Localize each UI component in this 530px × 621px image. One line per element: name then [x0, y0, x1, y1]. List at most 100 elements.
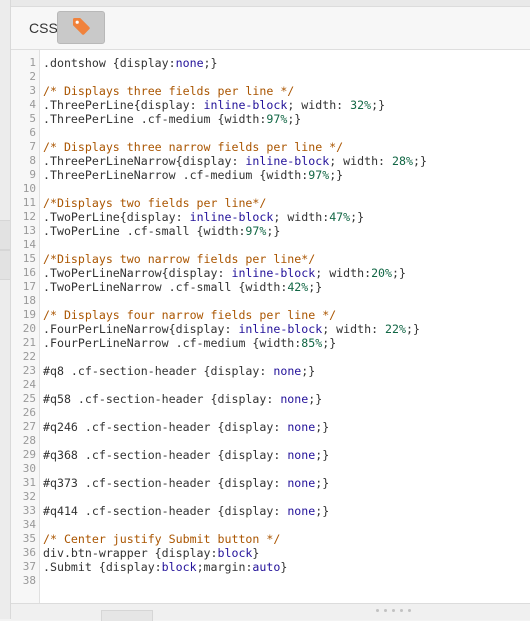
- code-token: 97%: [308, 168, 330, 182]
- code-token: ;}: [315, 504, 330, 518]
- code-line: .FourPerLineNarrow .cf-medium {width:85%…: [43, 336, 336, 350]
- code-token: .ThreePerLine{display:: [43, 98, 204, 112]
- code-token: 42%: [287, 280, 309, 294]
- code-token: .TwoPerLineNarrow{display:: [43, 266, 232, 280]
- code-token: ;}: [203, 56, 218, 70]
- code-token: ;}: [412, 154, 427, 168]
- line-number: 17: [22, 280, 36, 293]
- code-token: .cf-section-header {display:: [63, 364, 274, 378]
- code-token: .FourPerLineNarrow{display:: [43, 322, 239, 336]
- code-line: /* Center justify Submit button */: [43, 532, 280, 546]
- code-token: /* Displays three narrow fields per line…: [43, 140, 344, 154]
- code-token: inline-block: [203, 98, 288, 112]
- code-token: /* Displays four narrow fields per line …: [43, 308, 337, 322]
- code-token: inline-block: [245, 154, 330, 168]
- tag-icon: [70, 15, 92, 41]
- code-token: #q246: [43, 420, 78, 434]
- line-number: 35: [22, 532, 36, 545]
- code-editor[interactable]: 1 2 3 4 5 6 7 8 9 10 11 12 13 14 15 16 17 18 19 20 21 22 23 24 2…: [11, 50, 530, 603]
- line-number: 4: [29, 98, 36, 111]
- code-token: none: [175, 56, 204, 70]
- left-strip-notch: [0, 250, 10, 280]
- code-token: }: [252, 546, 260, 560]
- code-token: ;}: [308, 392, 323, 406]
- code-line: .ThreePerLine{display: inline-block; wid…: [43, 98, 385, 112]
- code-token: none: [280, 392, 309, 406]
- resize-handle[interactable]: [368, 607, 418, 613]
- code-token: .cf-section-header {display:: [77, 420, 288, 434]
- code-token: ; width:: [329, 154, 393, 168]
- code-token: inline-block: [231, 266, 316, 280]
- code-token: .Submit {display:: [43, 560, 162, 574]
- code-token: 28%: [392, 154, 413, 168]
- line-number: 10: [22, 182, 36, 195]
- code-token: auto: [252, 560, 281, 574]
- code-token: none: [287, 448, 316, 462]
- left-panel-strip: [0, 0, 11, 619]
- line-number: 11: [22, 196, 36, 209]
- code-token: ;}: [301, 364, 316, 378]
- line-number: 28: [22, 434, 36, 447]
- code-line: /* Displays three narrow fields per line…: [43, 140, 343, 154]
- code-token: block: [161, 560, 197, 574]
- line-number: 18: [22, 294, 36, 307]
- code-line: /* Displays four narrow fields per line …: [43, 308, 336, 322]
- code-token: ;}: [315, 448, 330, 462]
- line-number: 15: [22, 252, 36, 265]
- code-token: .TwoPerLineNarrow .cf-small {width:: [43, 280, 288, 294]
- code-line: .ThreePerLineNarrow{display: inline-bloc…: [43, 154, 427, 168]
- line-number: 6: [29, 126, 36, 139]
- code-token: ;}: [287, 112, 302, 126]
- code-token: ;}: [308, 280, 323, 294]
- line-number: 33: [22, 504, 36, 517]
- code-line: .TwoPerLine .cf-small {width:97%;}: [43, 224, 280, 238]
- code-token: div.btn-wrapper {display:: [43, 546, 218, 560]
- code-token: ;}: [266, 224, 281, 238]
- code-token: ;}: [371, 98, 386, 112]
- code-token: .ThreePerLineNarrow .cf-medium {width:: [43, 168, 309, 182]
- code-line: #q58 .cf-section-header {display: none;}: [43, 392, 322, 406]
- line-number: 31: [22, 476, 36, 489]
- panel-title: CSS: [29, 20, 58, 36]
- line-number: 9: [29, 168, 36, 181]
- code-line: .ThreePerLineNarrow .cf-medium {width:97…: [43, 168, 343, 182]
- line-number: 19: [22, 308, 36, 321]
- code-token: 32%: [350, 98, 372, 112]
- code-token: ;}: [315, 420, 330, 434]
- line-number: 8: [29, 154, 36, 167]
- line-number: 37: [22, 560, 36, 573]
- code-token: /*Displays two narrow fields per line*/: [43, 252, 316, 266]
- code-token: .cf-section-header {display:: [77, 448, 288, 462]
- code-token: 47%: [329, 210, 351, 224]
- code-token: #q373: [43, 476, 78, 490]
- line-number: 21: [22, 336, 36, 349]
- code-token: .ThreePerLine .cf-medium {width:: [43, 112, 267, 126]
- code-line: .Submit {display:block;margin:auto}: [43, 560, 287, 574]
- code-token: .cf-section-header {display:: [77, 504, 288, 518]
- line-number: 26: [22, 406, 36, 419]
- code-line: .TwoPerLine{display: inline-block; width…: [43, 210, 364, 224]
- code-line: #q373 .cf-section-header {display: none;…: [43, 476, 329, 490]
- code-line: .ThreePerLine .cf-medium {width:97%;}: [43, 112, 301, 126]
- line-number: 24: [22, 378, 36, 391]
- code-token: #q58: [43, 392, 71, 406]
- code-token: none: [287, 476, 316, 490]
- line-number: 5: [29, 112, 36, 125]
- tag-button[interactable]: [57, 11, 105, 44]
- code-line: /*Displays two narrow fields per line*/: [43, 252, 315, 266]
- code-token: ;}: [406, 322, 420, 336]
- code-line: div.btn-wrapper {display:block}: [43, 546, 259, 560]
- code-token: none: [287, 420, 316, 434]
- code-token: 97%: [266, 112, 288, 126]
- code-line: .TwoPerLineNarrow{display: inline-block;…: [43, 266, 406, 280]
- code-token: ;}: [315, 476, 330, 490]
- code-line: .TwoPerLineNarrow .cf-small {width:42%;}: [43, 280, 322, 294]
- code-line: #q8 .cf-section-header {display: none;}: [43, 364, 315, 378]
- line-number: 3: [29, 84, 36, 97]
- code-token: }: [280, 560, 288, 574]
- code-line: #q368 .cf-section-header {display: none;…: [43, 448, 329, 462]
- code-token: ;margin:: [196, 560, 253, 574]
- code-token: .TwoPerLine{display:: [43, 210, 190, 224]
- code-token: ;}: [392, 266, 406, 280]
- line-number: 25: [22, 392, 36, 405]
